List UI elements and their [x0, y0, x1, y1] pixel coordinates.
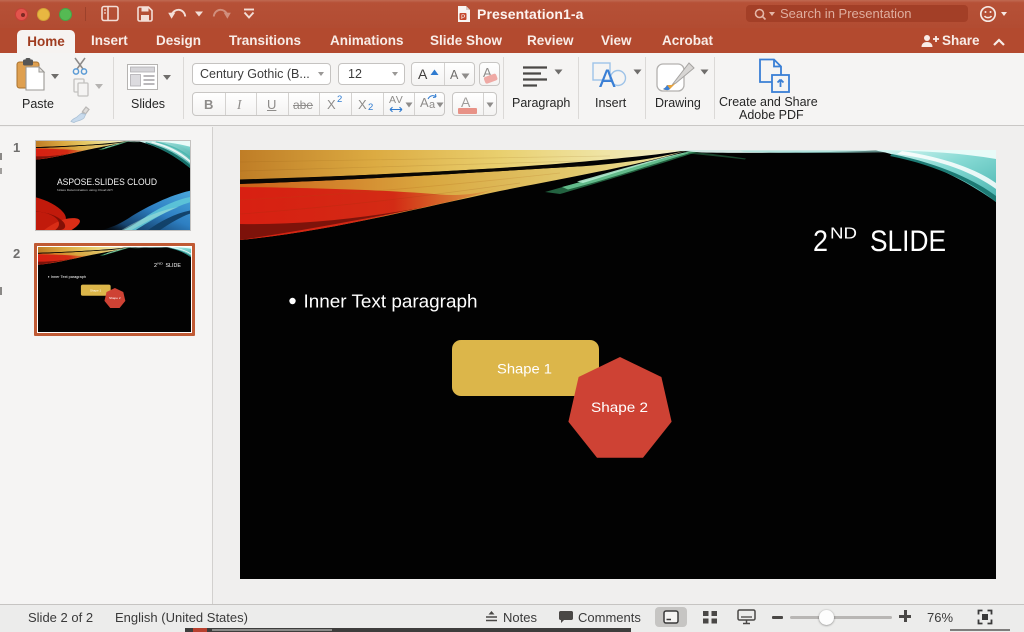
svg-text:P: P	[461, 14, 465, 21]
svg-text:A: A	[599, 65, 616, 92]
